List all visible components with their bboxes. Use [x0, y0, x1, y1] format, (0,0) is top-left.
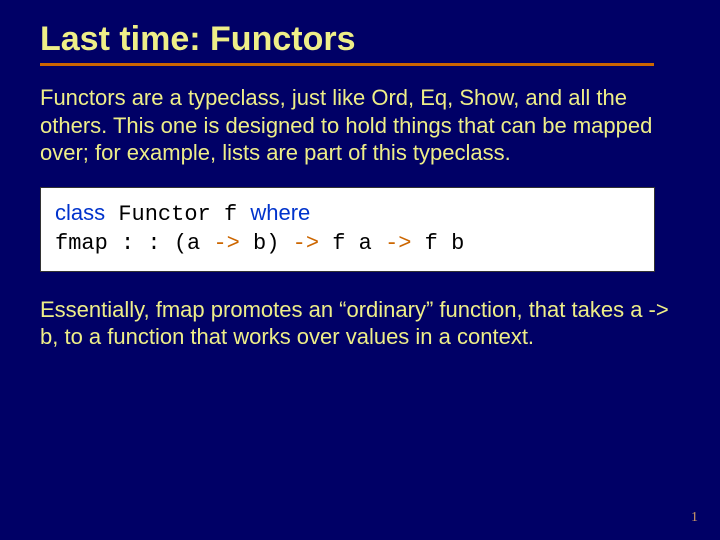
summary-paragraph: Essentially, fmap promotes an “ordinary”… [40, 296, 680, 351]
keyword-class: class [55, 200, 105, 225]
code-block: class Functor f where fmap : : (a -> b) … [40, 187, 655, 272]
code-text: f a [319, 231, 385, 256]
page-number: 1 [691, 510, 698, 526]
slide-title: Last time: Functors [40, 20, 654, 66]
arrow-op: -> [213, 231, 239, 256]
arrow-op: -> [385, 231, 411, 256]
keyword-where: where [250, 200, 310, 225]
arrow-op: -> [293, 231, 319, 256]
code-text: f b [411, 231, 464, 256]
code-text: b) [240, 231, 293, 256]
slide: Last time: Functors Functors are a typec… [0, 0, 720, 540]
intro-paragraph: Functors are a typeclass, just like Ord,… [40, 84, 680, 167]
code-text: Functor f [105, 202, 250, 227]
code-text: fmap : : (a [55, 231, 213, 256]
